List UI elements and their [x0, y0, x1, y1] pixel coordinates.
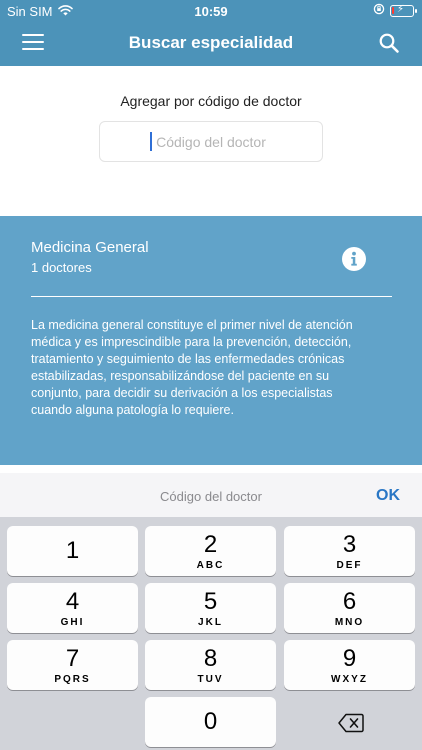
- text-cursor: [150, 132, 152, 151]
- delete-key[interactable]: [284, 699, 415, 747]
- delete-icon: [338, 713, 364, 738]
- numeric-keyboard: Código del doctor OK 1 2 ABC 3 DEF 4 GHI…: [0, 473, 422, 750]
- specialty-description: La medicina general constituye el primer…: [31, 318, 353, 417]
- ok-button[interactable]: OK: [376, 487, 400, 505]
- key-3[interactable]: 3 DEF: [284, 526, 415, 576]
- keyboard-accessory-bar: Código del doctor OK: [0, 473, 422, 517]
- key-number: 7: [65, 645, 80, 672]
- orientation-lock-icon: [373, 3, 385, 18]
- charging-bolt-icon: ⚡: [397, 3, 405, 15]
- nav-bar: Buscar especialidad: [0, 22, 422, 66]
- key-letters: ABC: [196, 560, 225, 571]
- key-2[interactable]: 2 ABC: [145, 526, 276, 576]
- key-number: 1: [65, 537, 80, 564]
- key-8[interactable]: 8 TUV: [145, 640, 276, 690]
- page-title: Buscar especialidad: [128, 33, 294, 52]
- status-time: 10:59: [194, 4, 228, 19]
- info-icon[interactable]: [342, 247, 366, 271]
- key-1[interactable]: 1: [7, 526, 138, 576]
- status-right-group: ⚡: [373, 3, 417, 18]
- key-number: 8: [203, 645, 218, 672]
- key-letters: TUV: [197, 674, 224, 685]
- key-letters: DEF: [336, 560, 363, 571]
- header: Sin SIM 10:59 ⚡ Buscar especialidad: [0, 0, 422, 66]
- key-6[interactable]: 6 MNO: [284, 583, 415, 633]
- battery-fill: [392, 6, 394, 14]
- specialty-card[interactable]: Medicina General 1 doctores La medicina …: [0, 216, 422, 465]
- battery-icon: ⚡: [390, 3, 417, 17]
- key-7[interactable]: 7 PQRS: [7, 640, 138, 690]
- key-number: 9: [342, 645, 357, 672]
- key-5[interactable]: 5 JKL: [145, 583, 276, 633]
- key-letters: PQRS: [54, 674, 91, 685]
- doctor-code-input[interactable]: [99, 121, 323, 162]
- search-icon[interactable]: [378, 32, 400, 54]
- key-number: 6: [342, 588, 357, 615]
- key-letters: WXYZ: [331, 674, 368, 685]
- add-by-code-section: Agregar por código de doctor: [0, 66, 422, 216]
- keyboard-accessory-label: Código del doctor: [160, 489, 262, 504]
- key-number: 0: [203, 708, 218, 735]
- add-by-code-label: Agregar por código de doctor: [120, 93, 302, 109]
- key-number: 5: [203, 588, 218, 615]
- status-bar: Sin SIM 10:59 ⚡: [0, 0, 422, 22]
- key-letters: JKL: [198, 617, 223, 628]
- key-number: 2: [203, 531, 218, 558]
- specialty-name: Medicina General: [31, 239, 149, 256]
- key-letters: GHI: [60, 617, 85, 628]
- key-0[interactable]: 0: [145, 697, 276, 747]
- key-number: 3: [342, 531, 357, 558]
- specialty-divider: [31, 296, 392, 297]
- key-number: 4: [65, 588, 80, 615]
- specialty-doctor-count: 1 doctores: [31, 260, 92, 275]
- key-letters: MNO: [334, 617, 365, 628]
- key-9[interactable]: 9 WXYZ: [284, 640, 415, 690]
- key-4[interactable]: 4 GHI: [7, 583, 138, 633]
